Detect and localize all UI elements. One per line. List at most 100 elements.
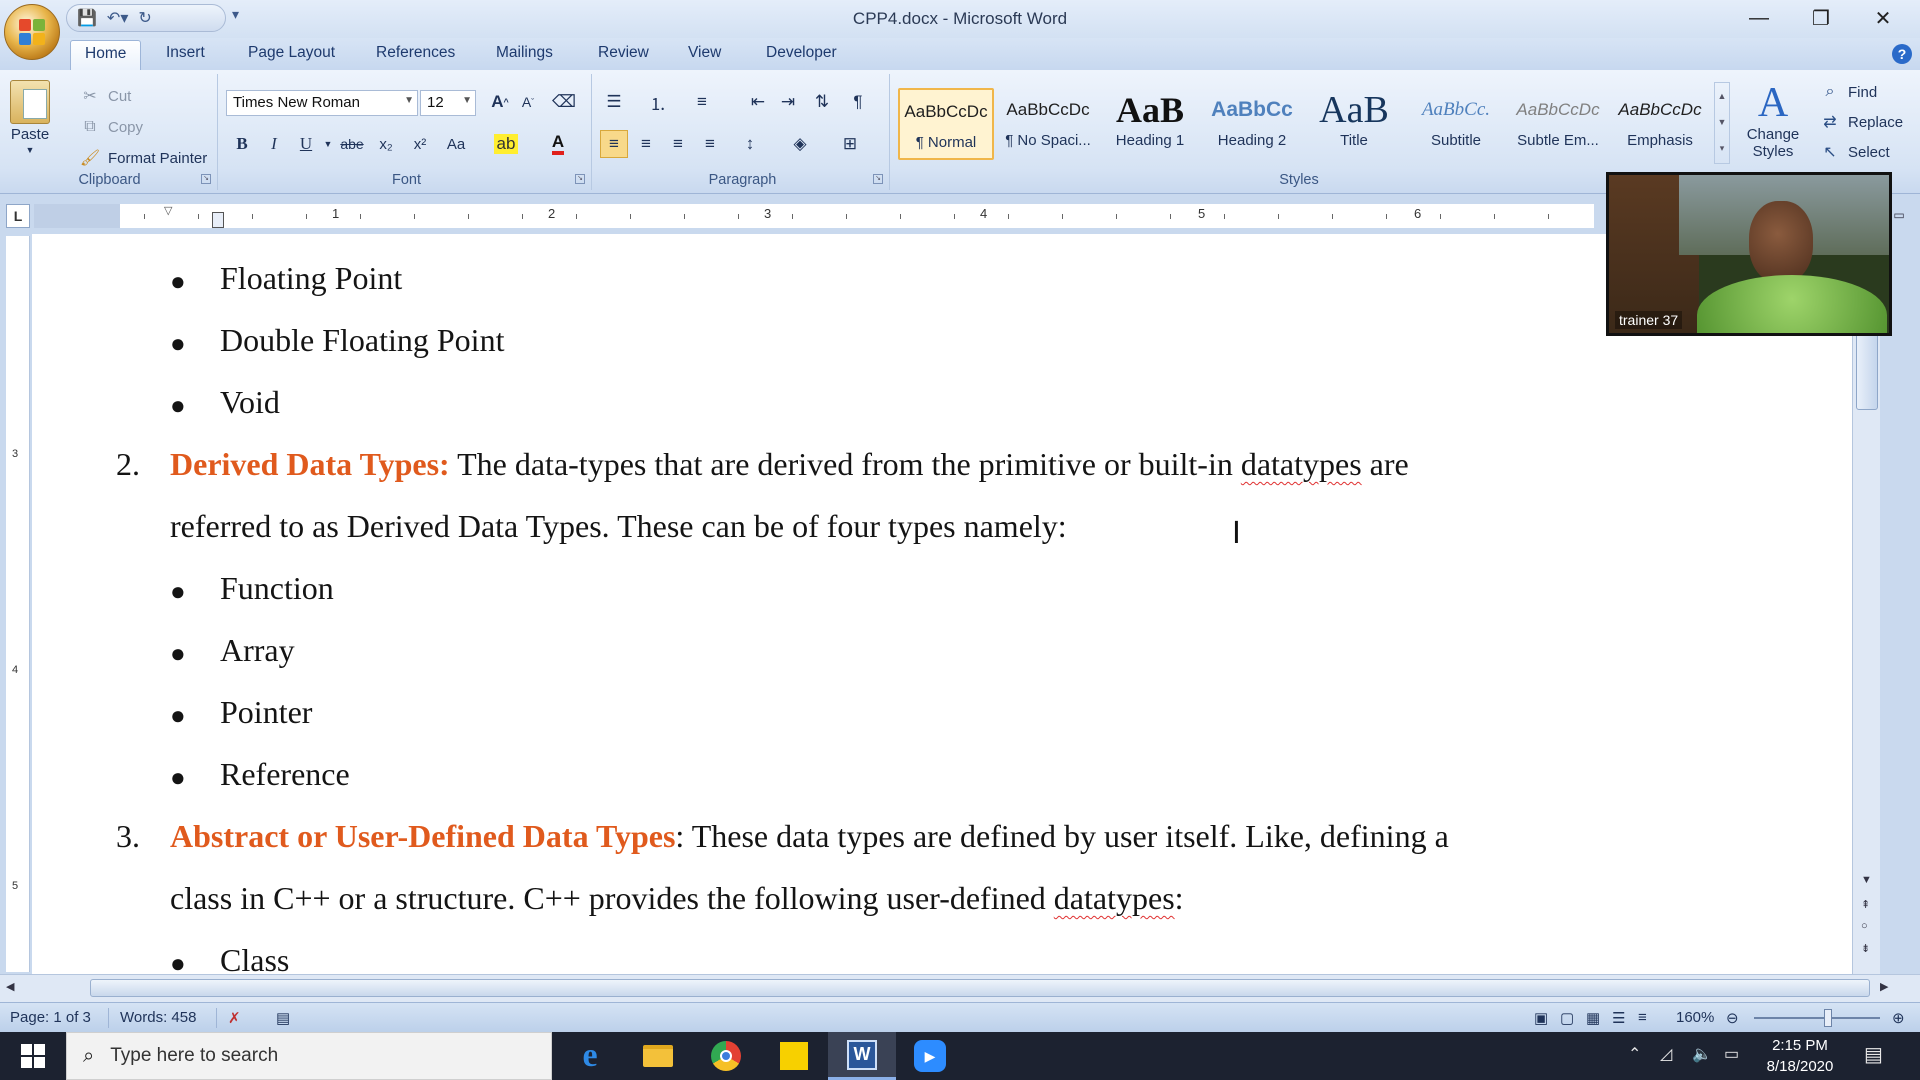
page-count[interactable]: Page: 1 of 3	[10, 1009, 91, 1026]
notifications-icon[interactable]: ▤	[1864, 1042, 1883, 1067]
pilcrow-icon[interactable]: ¶	[844, 88, 872, 116]
dialog-launcher-icon[interactable]: ↘	[201, 174, 211, 184]
format-painter-button[interactable]: 🖌 Format Painter	[78, 146, 207, 170]
edge-icon[interactable]: e	[556, 1032, 624, 1080]
style-title[interactable]: AaB Title	[1306, 88, 1402, 160]
font-name-combo[interactable]: Times New Roman ▼	[226, 90, 418, 116]
select-button[interactable]: ↖ Select	[1818, 140, 1889, 164]
grow-font-button[interactable]: A ^	[486, 88, 514, 116]
word-taskbar-icon[interactable]: W	[828, 1032, 896, 1080]
style-heading-1[interactable]: AaB Heading 1	[1102, 88, 1198, 160]
web-layout-icon[interactable]: ▦	[1586, 1009, 1600, 1027]
next-page-icon[interactable]: ⇟	[1861, 942, 1870, 955]
draft-icon[interactable]: ≡	[1638, 1009, 1647, 1026]
superscript-button[interactable]: x²	[406, 130, 434, 158]
align-right-icon[interactable]: ≡	[664, 130, 692, 158]
paste-button[interactable]: Paste ▼	[10, 80, 50, 155]
increase-indent-icon[interactable]: ⇥	[774, 88, 802, 116]
clock[interactable]: 2:15 PM 8/18/2020	[1760, 1035, 1840, 1077]
horizontal-scrollbar[interactable]: ◀ ▶	[0, 974, 1920, 1002]
subscript-button[interactable]: x₂	[372, 130, 400, 158]
sort-icon[interactable]: ⇅	[808, 88, 836, 116]
align-left-icon[interactable]: ≡	[600, 130, 628, 158]
tab-insert[interactable]: Insert	[166, 44, 205, 62]
webcam-video[interactable]: trainer 37	[1606, 172, 1892, 336]
tab-review[interactable]: Review	[598, 44, 649, 62]
styles-scroll[interactable]: ▲ ▼ ▾	[1714, 82, 1730, 164]
battery-icon[interactable]: ▭	[1724, 1044, 1739, 1064]
close-button[interactable]: ✕	[1852, 0, 1914, 36]
outline-icon[interactable]: ☰	[1612, 1009, 1625, 1027]
style-subtle-emphasis[interactable]: AaBbCcDc Subtle Em...	[1510, 88, 1606, 160]
borders-icon[interactable]: ⊞	[836, 130, 864, 158]
help-icon[interactable]: ?	[1892, 44, 1912, 64]
browse-object-icon[interactable]: ○	[1861, 920, 1868, 932]
scroll-left-icon[interactable]: ◀	[6, 980, 14, 993]
copy-button[interactable]: ⧉ Copy	[78, 115, 143, 139]
tab-references[interactable]: References	[376, 44, 455, 62]
font-size-combo[interactable]: 12 ▼	[420, 90, 476, 116]
zoom-slider[interactable]	[1754, 1017, 1880, 1019]
word-count[interactable]: Words: 458	[120, 1009, 196, 1026]
zoom-out-icon[interactable]: ⊖	[1726, 1009, 1739, 1027]
full-screen-icon[interactable]: ▢	[1560, 1009, 1574, 1027]
bold-button[interactable]: B	[228, 130, 256, 158]
zoom-slider-thumb[interactable]	[1824, 1009, 1832, 1027]
macro-icon[interactable]: ▤	[276, 1009, 290, 1027]
line-spacing-icon[interactable]: ↕	[736, 130, 764, 158]
bullets-icon[interactable]: ☰	[600, 88, 628, 116]
tab-view[interactable]: View	[688, 44, 721, 62]
change-case-button[interactable]: Aa	[442, 130, 470, 158]
windows-start-icon[interactable]	[0, 1032, 66, 1080]
replace-button[interactable]: ⇄ Replace	[1818, 110, 1903, 134]
style-normal[interactable]: AaBbCcDc ¶ Normal	[898, 88, 994, 160]
zoom-app-icon[interactable]: ▶	[896, 1032, 964, 1080]
change-styles-button[interactable]: A Change Styles	[1738, 80, 1808, 160]
style-emphasis[interactable]: AaBbCcDc Emphasis	[1612, 88, 1708, 160]
scrollbar-thumb[interactable]	[90, 979, 1870, 997]
font-color-button[interactable]: A	[544, 130, 572, 158]
vertical-scrollbar[interactable]: ▼ ⇞ ○ ⇟	[1852, 234, 1880, 974]
style-subtitle[interactable]: AaBbCc. Subtitle	[1408, 88, 1504, 160]
zoom-in-icon[interactable]: ⊕	[1892, 1009, 1905, 1027]
previous-page-icon[interactable]: ⇞	[1861, 898, 1870, 911]
highlight-icon[interactable]: ab	[492, 130, 520, 158]
tab-developer[interactable]: Developer	[766, 44, 837, 62]
restore-button[interactable]: ❐	[1790, 0, 1852, 36]
scroll-down-icon[interactable]: ▼	[1861, 874, 1872, 886]
network-icon[interactable]: ◿	[1660, 1044, 1672, 1064]
document-page[interactable]: ● Floating Point ● Double Floating Point…	[32, 234, 1852, 974]
file-explorer-icon[interactable]	[624, 1032, 692, 1080]
ruler-bar[interactable]: 1 2 3 4 5 6 ▽	[34, 204, 1594, 228]
strikethrough-button[interactable]: abe	[338, 130, 366, 158]
scroll-right-icon[interactable]: ▶	[1880, 980, 1888, 993]
indent-marker[interactable]	[212, 212, 224, 228]
print-layout-icon[interactable]: ▣	[1534, 1009, 1548, 1027]
tab-page-layout[interactable]: Page Layout	[248, 44, 335, 62]
align-center-icon[interactable]: ≡	[632, 130, 660, 158]
dialog-launcher-icon[interactable]: ↘	[575, 174, 585, 184]
style-heading-2[interactable]: AaBbCc Heading 2	[1204, 88, 1300, 160]
first-line-indent-marker[interactable]: ▽	[164, 204, 172, 217]
volume-icon[interactable]: 🔈	[1692, 1044, 1712, 1064]
cut-button[interactable]: ✂ Cut	[78, 84, 131, 108]
office-button[interactable]	[4, 4, 60, 60]
chevron-up-icon[interactable]: ⌃	[1628, 1044, 1641, 1064]
find-button[interactable]: ⌕ Find	[1818, 80, 1878, 104]
tab-home[interactable]: Home	[70, 40, 142, 72]
tab-mailings[interactable]: Mailings	[496, 44, 553, 62]
decrease-indent-icon[interactable]: ⇤	[744, 88, 772, 116]
clear-formatting-icon[interactable]: ⌫	[550, 88, 578, 116]
minimize-button[interactable]: —	[1728, 0, 1790, 36]
shrink-font-button[interactable]: Aˇ	[514, 88, 542, 116]
italic-button[interactable]: I	[260, 130, 288, 158]
proofing-icon[interactable]: ✗	[228, 1009, 241, 1027]
taskbar-search[interactable]: ⌕ Type here to search	[66, 1032, 552, 1080]
tab-stop-selector[interactable]: L	[6, 204, 30, 228]
numbering-icon[interactable]: ⒈	[644, 88, 672, 116]
zoom-level[interactable]: 160%	[1676, 1009, 1714, 1026]
style-no-spacing[interactable]: AaBbCcDc ¶ No Spaci...	[1000, 88, 1096, 160]
shading-icon[interactable]: ◈	[786, 130, 814, 158]
justify-icon[interactable]: ≡	[696, 130, 724, 158]
dialog-launcher-icon[interactable]: ↘	[873, 174, 883, 184]
